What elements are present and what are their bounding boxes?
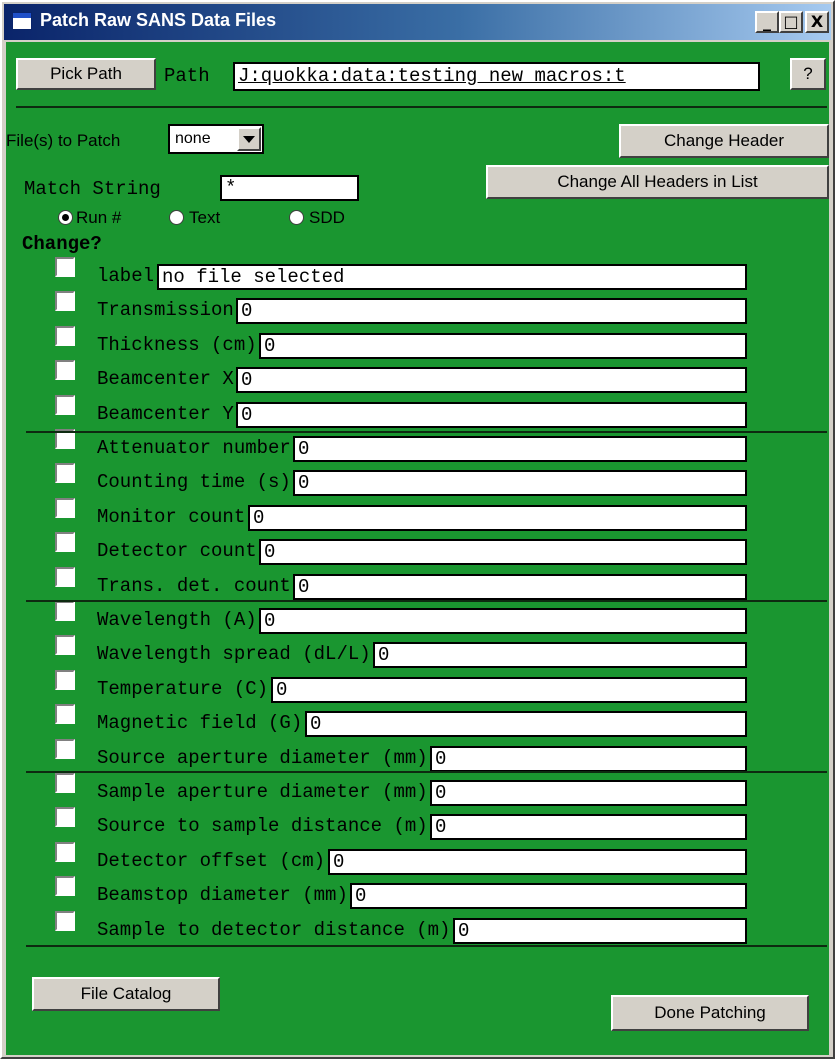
field-input[interactable]: no file selected — [157, 264, 747, 290]
field-label: Trans. det. count — [97, 574, 291, 597]
field-label: Beamstop diameter (mm) — [97, 884, 348, 907]
close-button[interactable]: X — [805, 11, 829, 33]
field-input[interactable]: 0 — [293, 470, 747, 497]
field-label: Transmission — [97, 299, 234, 322]
field-input[interactable]: 0 — [430, 780, 747, 806]
change-checkbox[interactable] — [55, 497, 75, 518]
field-input[interactable]: 0 — [236, 367, 747, 394]
field-label: Source aperture diameter (mm) — [97, 746, 428, 769]
change-checkbox[interactable] — [55, 291, 75, 312]
change-checkbox[interactable] — [55, 566, 75, 587]
field-label: Beamcenter X — [97, 368, 234, 391]
maximize-button[interactable]: □ — [779, 11, 803, 33]
window-app-icon — [12, 12, 32, 30]
field-input[interactable]: 0 — [236, 298, 747, 325]
change-checkbox[interactable] — [55, 601, 75, 621]
separator — [26, 771, 827, 773]
field-label: Detector count — [97, 540, 257, 563]
field-label: Magnetic field (G) — [97, 712, 303, 735]
change-checkbox[interactable] — [55, 738, 75, 759]
change-checkbox[interactable] — [55, 841, 75, 862]
field-label: Source to sample distance (m) — [97, 815, 428, 838]
field-label: Sample to detector distance (m) — [97, 918, 451, 941]
field-label: Attenuator number — [97, 437, 291, 459]
change-checkbox[interactable] — [55, 704, 75, 725]
field-input[interactable]: 0 — [453, 917, 747, 944]
field-input[interactable]: 0 — [259, 608, 747, 634]
field-label: Counting time (s) — [97, 471, 291, 494]
field-label: label — [97, 265, 155, 287]
field-input[interactable]: 0 — [305, 711, 747, 738]
title-bar[interactable]: Patch Raw SANS Data Files _ □ X — [4, 4, 831, 40]
field-label: Wavelength (A) — [97, 609, 257, 631]
patch-fields-list: label no file selected Transmission 0 Th… — [6, 42, 829, 1055]
file-catalog-button[interactable]: File Catalog — [32, 977, 220, 1011]
change-checkbox[interactable] — [55, 394, 75, 415]
patch-window: Patch Raw SANS Data Files _ □ X Pick Pat… — [0, 0, 835, 1059]
change-checkbox[interactable] — [55, 807, 75, 828]
change-checkbox[interactable] — [55, 876, 75, 897]
patch-panel: Pick Path Path J:quokka:data:testing new… — [6, 42, 829, 1055]
window-title: Patch Raw SANS Data Files — [40, 10, 277, 30]
field-input[interactable]: 0 — [293, 573, 747, 600]
field-input[interactable]: 0 — [430, 745, 747, 772]
change-checkbox[interactable] — [55, 360, 75, 381]
field-label: Detector offset (cm) — [97, 849, 326, 872]
field-input[interactable]: 0 — [248, 504, 747, 531]
field-input[interactable]: 0 — [259, 332, 747, 359]
separator — [26, 431, 827, 433]
field-input[interactable]: 0 — [293, 436, 747, 462]
field-input[interactable]: 0 — [328, 848, 747, 875]
field-input[interactable]: 0 — [430, 814, 747, 841]
field-label: Temperature (C) — [97, 677, 269, 700]
minimize-button[interactable]: _ — [755, 11, 779, 33]
change-checkbox[interactable] — [55, 635, 75, 656]
field-label: Monitor count — [97, 505, 246, 528]
change-checkbox[interactable] — [55, 669, 75, 690]
field-input[interactable]: 0 — [236, 401, 747, 428]
change-checkbox[interactable] — [55, 325, 75, 346]
done-patching-button[interactable]: Done Patching — [611, 995, 809, 1031]
change-checkbox[interactable] — [55, 463, 75, 484]
change-checkbox[interactable] — [55, 910, 75, 931]
change-checkbox[interactable] — [55, 257, 75, 277]
field-input[interactable]: 0 — [350, 883, 747, 910]
field-input[interactable]: 0 — [259, 539, 747, 566]
field-label: Beamcenter Y — [97, 402, 234, 425]
change-checkbox[interactable] — [55, 532, 75, 553]
field-label: Thickness (cm) — [97, 333, 257, 356]
field-input[interactable]: 0 — [271, 676, 747, 703]
change-checkbox[interactable] — [55, 773, 75, 793]
field-label: Sample aperture diameter (mm) — [97, 781, 428, 803]
separator — [26, 945, 827, 947]
separator — [26, 600, 827, 602]
field-label: Wavelength spread (dL/L) — [97, 643, 371, 666]
field-input[interactable]: 0 — [373, 642, 747, 669]
